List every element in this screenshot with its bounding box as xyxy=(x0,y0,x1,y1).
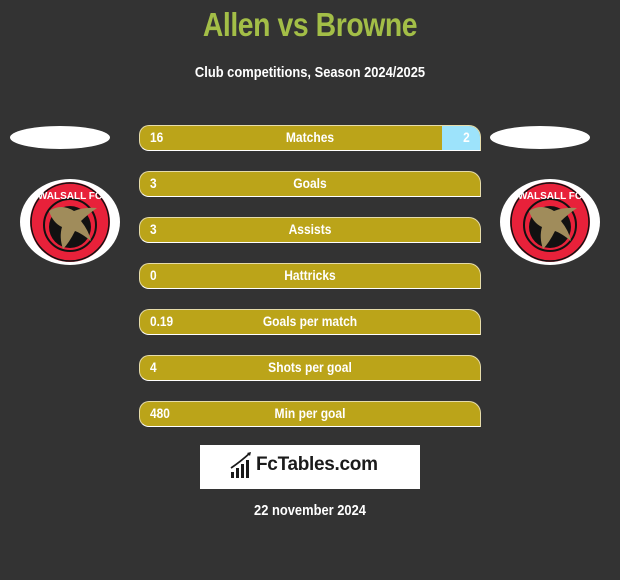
stat-row-matches: 16 Matches 2 xyxy=(139,125,481,151)
left-value: 3 xyxy=(150,221,157,237)
fctables-logo[interactable]: FcTables.com xyxy=(200,445,420,489)
stat-label: Matches xyxy=(285,129,335,145)
bar-chart-icon xyxy=(230,452,251,478)
walsall-fc-crest-icon: WALSALL FC xyxy=(510,182,590,262)
left-value: 4 xyxy=(150,359,157,375)
left-value: 3 xyxy=(150,175,157,191)
walsall-fc-crest-icon: WALSALL FC xyxy=(30,182,110,262)
stat-row-goals-per-match: 0.19 Goals per match xyxy=(139,309,481,335)
stat-row-hattricks: 0 Hattricks xyxy=(139,263,481,289)
competition-subtitle: Club competitions, Season 2024/2025 xyxy=(194,64,426,81)
stat-label: Assists xyxy=(288,221,332,237)
left-value: 0 xyxy=(150,267,157,283)
right-value: 2 xyxy=(463,129,470,145)
stat-label: Hattricks xyxy=(284,267,336,283)
stat-row-min-per-goal: 480 Min per goal xyxy=(139,401,481,427)
stat-row-goals: 3 Goals xyxy=(139,171,481,197)
left-player-name-placeholder xyxy=(10,126,110,149)
fctables-logo-text: FcTables.com xyxy=(256,454,378,475)
svg-text:WALSALL FC: WALSALL FC xyxy=(518,191,582,202)
date-label: 22 november 2024 xyxy=(254,502,366,519)
svg-text:WALSALL FC: WALSALL FC xyxy=(38,191,102,202)
stat-label: Shots per goal xyxy=(268,359,352,375)
stat-label: Goals xyxy=(293,175,327,191)
right-player-name-placeholder xyxy=(490,126,590,149)
page-title: Allen vs Browne xyxy=(202,6,418,43)
stat-row-shots-per-goal: 4 Shots per goal xyxy=(139,355,481,381)
stat-row-assists: 3 Assists xyxy=(139,217,481,243)
left-club-badge[interactable]: WALSALL FC xyxy=(20,179,120,265)
stat-label: Goals per match xyxy=(262,313,358,329)
stat-label: Min per goal xyxy=(274,405,346,421)
right-club-badge[interactable]: WALSALL FC xyxy=(500,179,600,265)
left-value: 16 xyxy=(150,129,164,145)
